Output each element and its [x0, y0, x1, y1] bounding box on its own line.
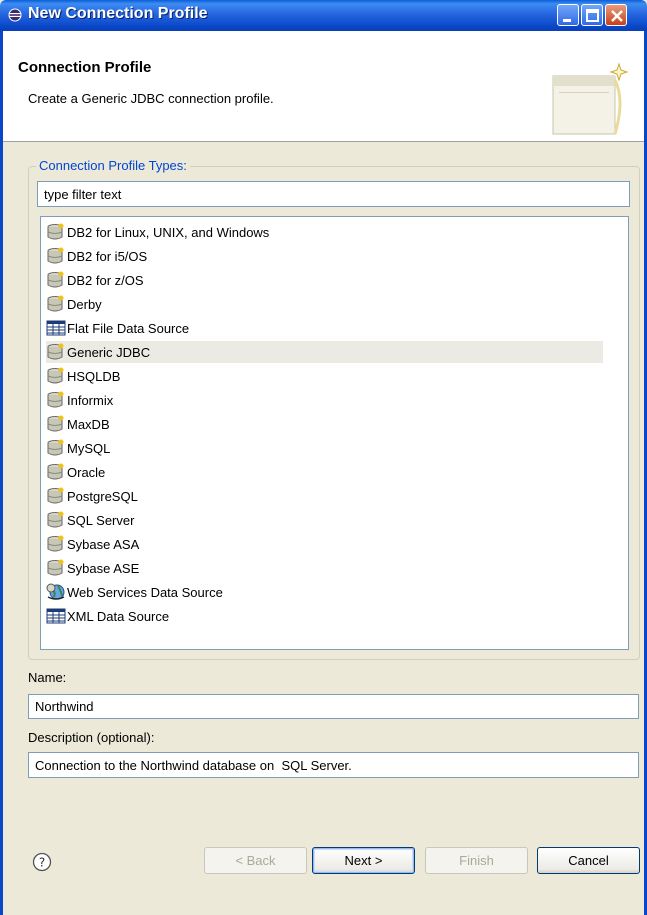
filter-input[interactable]: [37, 181, 630, 207]
list-item[interactable]: Flat File Data Source: [46, 317, 603, 339]
list-item-label: MySQL: [67, 440, 111, 456]
database-icon: [47, 463, 64, 480]
database-icon: [47, 415, 64, 432]
list-item[interactable]: Oracle: [46, 461, 603, 483]
eclipse-icon: [8, 8, 22, 22]
finish-button[interactable]: Finish: [425, 847, 528, 874]
list-item-label: Sybase ASE: [67, 560, 140, 576]
list-item[interactable]: Informix: [46, 389, 603, 411]
database-icon: [47, 511, 64, 528]
group-legend: Connection Profile Types:: [36, 158, 190, 173]
banner-description: Create a Generic JDBC connection profile…: [28, 91, 274, 106]
list-item-label: PostgreSQL: [67, 488, 138, 504]
list-item-label: Oracle: [67, 464, 106, 480]
list-item-label: Generic JDBC: [67, 344, 151, 360]
list-item-label: XML Data Source: [67, 608, 170, 624]
banner-heading: Connection Profile: [18, 59, 152, 76]
database-icon: [47, 223, 64, 240]
database-icon: [47, 439, 64, 456]
list-item[interactable]: HSQLDB: [46, 365, 603, 387]
title-bar[interactable]: New Connection Profile: [0, 0, 647, 31]
description-field[interactable]: [28, 752, 639, 778]
description-label: Description (optional):: [28, 730, 155, 745]
list-item-label: Flat File Data Source: [67, 320, 190, 336]
list-item[interactable]: MaxDB: [46, 413, 603, 435]
list-item-label: Derby: [67, 296, 102, 312]
list-item-label: Informix: [67, 392, 114, 408]
database-icon: [47, 487, 64, 504]
list-item-label: SQL Server: [67, 512, 135, 528]
list-item[interactable]: Sybase ASA: [46, 533, 603, 555]
list-item[interactable]: Sybase ASE: [46, 557, 603, 579]
web-services-icon: [46, 583, 65, 600]
list-item-label: DB2 for z/OS: [67, 272, 144, 288]
database-icon: [47, 295, 64, 312]
list-item[interactable]: PostgreSQL: [46, 485, 603, 507]
list-item-label: MaxDB: [67, 416, 110, 432]
window-title: New Connection Profile: [28, 5, 208, 22]
profile-types-list[interactable]: DB2 for Linux, UNIX, and Windows DB2 for…: [40, 216, 629, 650]
database-icon: [47, 559, 64, 576]
list-item-label: DB2 for i5/OS: [67, 248, 148, 264]
database-icon: [47, 343, 64, 360]
database-icon: [47, 391, 64, 408]
database-icon: [47, 271, 64, 288]
table-icon: [46, 320, 66, 336]
list-item[interactable]: XML Data Source: [46, 605, 603, 627]
minimize-icon: [563, 19, 571, 22]
list-item[interactable]: DB2 for i5/OS: [46, 245, 603, 267]
cancel-button[interactable]: Cancel: [537, 847, 640, 874]
minimize-button[interactable]: [557, 4, 579, 26]
database-icon: [47, 247, 64, 264]
wizard-window-icon: [552, 62, 629, 135]
back-button[interactable]: < Back: [204, 847, 307, 874]
list-item-label: DB2 for Linux, UNIX, and Windows: [67, 224, 270, 240]
next-button[interactable]: Next >: [312, 847, 415, 874]
list-item[interactable]: DB2 for Linux, UNIX, and Windows: [46, 221, 603, 243]
database-icon: [47, 367, 64, 384]
list-item[interactable]: DB2 for z/OS: [46, 269, 603, 291]
name-field[interactable]: [28, 694, 639, 719]
wizard-banner: Connection Profile Create a Generic JDBC…: [3, 31, 644, 142]
maximize-button[interactable]: [581, 4, 603, 26]
svg-text:?: ?: [39, 856, 45, 870]
database-icon: [47, 535, 64, 552]
name-label: Name:: [28, 670, 67, 685]
list-item[interactable]: MySQL: [46, 437, 603, 459]
list-item-label: HSQLDB: [67, 368, 121, 384]
list-item[interactable]: SQL Server: [46, 509, 603, 531]
list-item[interactable]: Derby: [46, 293, 603, 315]
help-icon[interactable]: ?: [32, 852, 52, 872]
table-icon: [46, 608, 66, 624]
list-item[interactable]: Web Services Data Source: [46, 581, 603, 603]
list-item-selected[interactable]: Generic JDBC: [46, 341, 603, 363]
close-icon: [611, 10, 623, 22]
close-button[interactable]: [605, 4, 627, 26]
list-item-label: Sybase ASA: [67, 536, 140, 552]
maximize-icon: [586, 9, 599, 22]
list-item-label: Web Services Data Source: [67, 584, 223, 600]
